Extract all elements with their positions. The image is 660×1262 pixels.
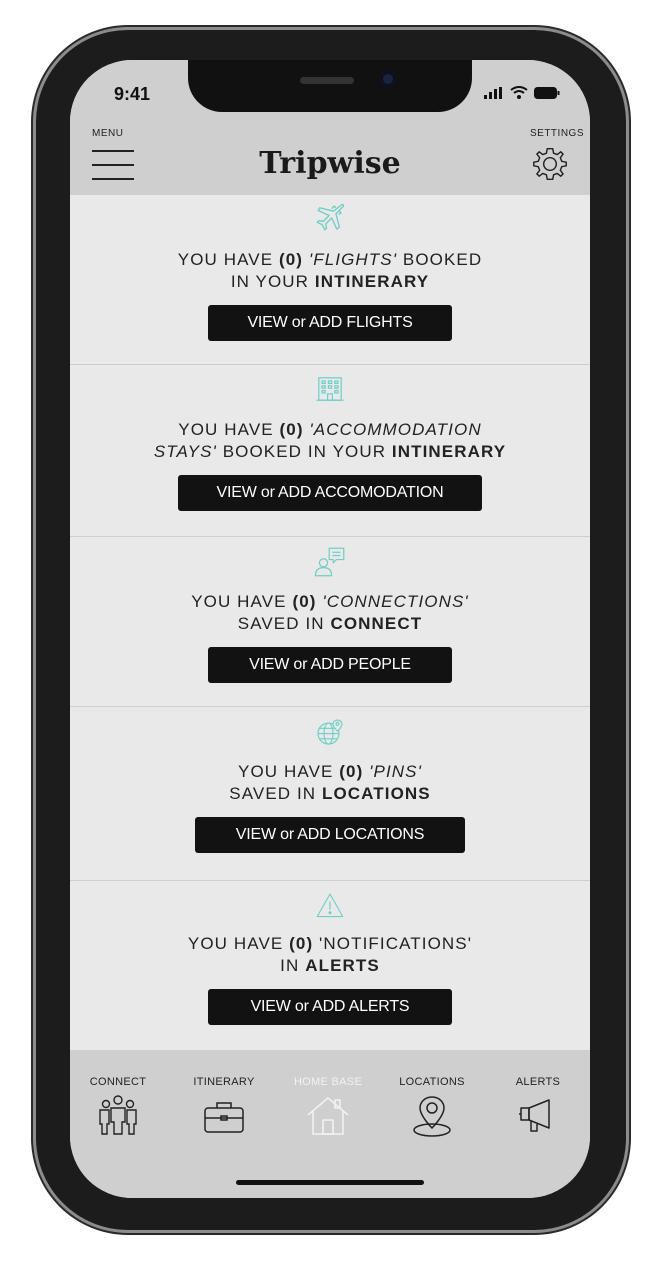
view-add-people-button[interactable]: VIEW or ADD PEOPLE [208,647,452,683]
summary-prefix: YOU HAVE [191,592,293,611]
people-group-icon [99,1095,137,1135]
accommodation-item-cont: STAYS' [153,442,217,461]
nav-connect[interactable]: CONNECT [70,1076,170,1136]
connections-item: 'CONNECTIONS' [322,592,469,611]
status-time: 9:41 [114,84,151,104]
bottom-nav: CONNECT ITINERARY HOME BASE LOCATIONS AL… [70,1050,590,1198]
alerts-summary: YOU HAVE (0) 'NOTIFICATIONS' IN ALERTS [70,933,590,977]
camera [380,71,396,87]
connections-section: YOU HAVE (0) 'CONNECTIONS' SAVED IN CONN… [70,537,590,707]
location-pin-icon [413,1096,451,1137]
person-chat-icon [314,547,345,577]
header: 9:41 MENU Tripwise SETTINGS [70,60,590,195]
wifi-icon [510,86,528,99]
nav-label: ITINERARY [193,1076,255,1088]
flights-summary: YOU HAVE (0) 'FLIGHTS' BOOKED IN YOUR IN… [70,249,590,293]
alerts-item: 'NOTIFICATIONS' [313,934,473,953]
notch [188,60,472,112]
accommodation-summary: YOU HAVE (0) 'ACCOMMODATION STAYS' BOOKE… [70,419,590,463]
connections-summary: YOU HAVE (0) 'CONNECTIONS' SAVED IN CONN… [70,591,590,635]
globe-pin-icon [317,719,343,745]
summary-prefix: YOU HAVE [187,934,290,953]
accommodation-count: (0) [279,420,304,439]
nav-label: ALERTS [515,1076,561,1088]
menu-label: MENU [92,128,124,139]
locations-section: YOU HAVE (0) 'PINS' SAVED IN LOCATIONS V… [70,707,590,881]
briefcase-icon [204,1102,244,1133]
summary-target: LOCATIONS [321,784,431,803]
alerts-section: YOU HAVE (0) 'NOTIFICATIONS' IN ALERTS V… [70,881,590,1050]
summary-prefix: YOU HAVE [177,250,279,269]
summary-suffix: BOOKED IN YOUR [216,442,392,461]
nav-label: HOME BASE [293,1076,363,1088]
app-title: Tripwise [259,146,401,181]
summary-target: INTINERARY [391,442,507,461]
nav-alerts[interactable]: ALERTS [486,1076,590,1136]
summary-target: INTINERARY [314,272,430,291]
home-indicator[interactable] [236,1180,424,1185]
view-add-flights-button[interactable]: VIEW or ADD FLIGHTS [208,305,452,341]
alerts-count: (0) [289,934,314,953]
flights-section: YOU HAVE (0) 'FLIGHTS' BOOKED IN YOUR IN… [70,195,590,365]
summary-prefix: YOU HAVE [238,762,340,781]
view-add-locations-button[interactable]: VIEW or ADD LOCATIONS [195,817,465,853]
nav-locations[interactable]: LOCATIONS [380,1076,484,1138]
airplane-icon [316,203,345,231]
nav-home-base[interactable]: HOME BASE [276,1076,380,1136]
summary-list: YOU HAVE (0) 'FLIGHTS' BOOKED IN YOUR IN… [70,195,590,1050]
summary-line2: SAVED IN [237,614,331,633]
summary-line2: IN [280,956,306,975]
accommodation-section: YOU HAVE (0) 'ACCOMMODATION STAYS' BOOKE… [70,365,590,537]
summary-line2: SAVED IN [229,784,322,803]
phone-frame: 9:41 MENU Tripwise SETTINGS YOU HAVE (0)… [36,30,626,1230]
locations-count: (0) [339,762,364,781]
settings-label: SETTINGS [529,128,584,139]
summary-target: ALERTS [305,956,380,975]
view-add-accommodation-button[interactable]: VIEW or ADD ACCOMODATION [178,475,482,511]
signal-icon [484,87,502,99]
battery-icon [534,87,560,99]
megaphone-icon [519,1099,550,1132]
summary-prefix: YOU HAVE [178,420,280,439]
view-add-alerts-button[interactable]: VIEW or ADD ALERTS [208,989,452,1025]
accommodation-item: 'ACCOMMODATION [309,420,482,439]
summary-suffix: BOOKED [397,250,483,269]
warning-triangle-icon [316,893,344,918]
locations-item: 'PINS' [369,762,422,781]
speaker [300,77,354,84]
gear-icon[interactable] [532,146,568,182]
locations-summary: YOU HAVE (0) 'PINS' SAVED IN LOCATIONS [70,761,590,805]
nav-label: LOCATIONS [399,1076,465,1088]
nav-label: CONNECT [89,1076,147,1088]
home-icon [307,1097,349,1135]
flights-item: 'FLIGHTS' [308,250,398,269]
summary-target: CONNECT [330,614,423,633]
status-icons [484,86,560,99]
app-screen: 9:41 MENU Tripwise SETTINGS YOU HAVE (0)… [70,60,590,1198]
nav-itinerary[interactable]: ITINERARY [172,1076,276,1136]
summary-line2: IN YOUR [230,272,315,291]
flights-count: (0) [278,250,304,269]
connections-count: (0) [292,592,317,611]
hotel-building-icon [316,377,344,401]
